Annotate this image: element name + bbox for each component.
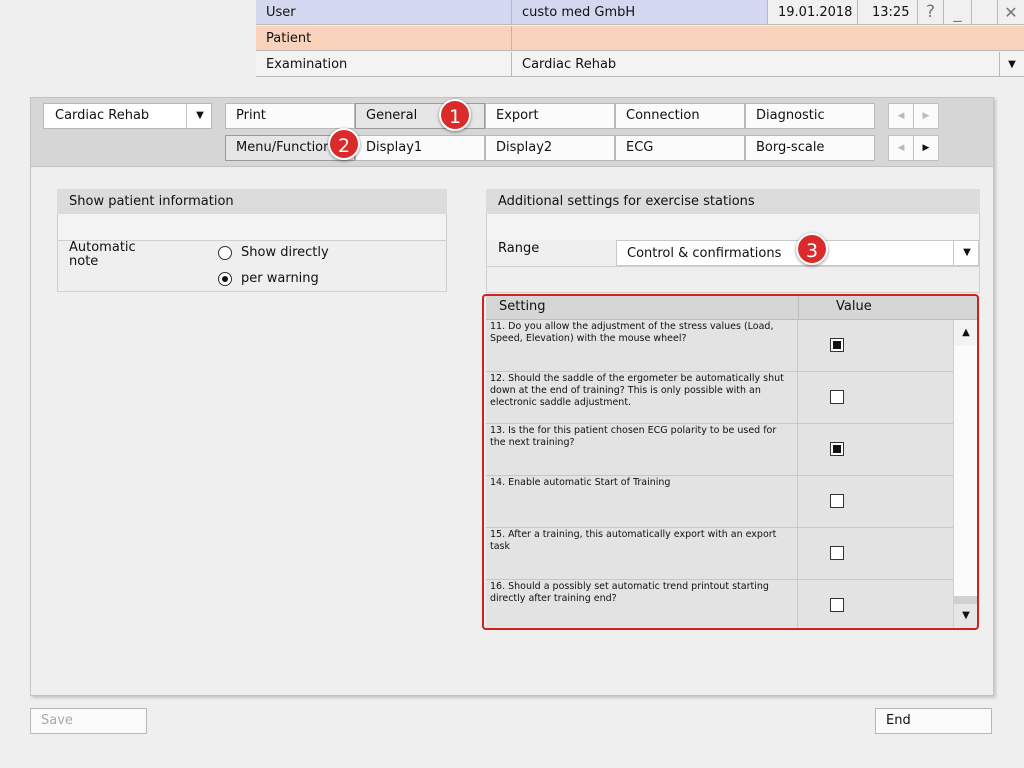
profile-select[interactable]: Cardiac Rehab ▼ (43, 103, 212, 129)
range-label: Range (498, 241, 540, 256)
tabs-row1-prev-icon[interactable]: ◀ (888, 103, 914, 129)
radio-per-warning[interactable] (218, 272, 232, 286)
patient-info-section-title: Show patient information (57, 189, 447, 214)
user-value: custo med GmbH (512, 0, 768, 25)
minimize-button[interactable]: _ (944, 0, 972, 25)
table-highlight-frame (482, 294, 979, 630)
end-button[interactable]: End (875, 708, 992, 734)
help-button[interactable]: ? (918, 0, 944, 25)
exercise-settings-section-title: Additional settings for exercise station… (486, 189, 980, 214)
tabs-row1-next-icon[interactable]: ▶ (913, 103, 939, 129)
range-chevron-down-icon[interactable]: ▼ (953, 241, 980, 265)
radio-show-directly-label: Show directly (241, 245, 329, 260)
date-display: 19.01.2018 (768, 0, 858, 25)
range-below-spacer (486, 267, 980, 293)
automatic-note-label: Automatic note (69, 240, 136, 269)
callout-badge-1: 1 (439, 99, 471, 131)
tabs-row2-prev-icon[interactable]: ◀ (888, 135, 914, 161)
examination-select[interactable]: Cardiac Rehab (512, 52, 1000, 77)
radio-per-warning-label: per warning (241, 271, 319, 286)
user-label: User (256, 0, 512, 25)
chevron-down-icon[interactable]: ▼ (186, 104, 213, 128)
examination-dropdown-arrow-icon[interactable]: ▼ (1000, 52, 1024, 77)
patient-label: Patient (256, 26, 512, 51)
tab-display2[interactable]: Display2 (485, 135, 615, 161)
exercise-settings-spacer (486, 214, 980, 241)
tab-display1[interactable]: Display1 (355, 135, 485, 161)
blank-button (972, 0, 998, 25)
close-button[interactable]: ✕ (998, 0, 1024, 25)
tab-diagnostic[interactable]: Diagnostic (745, 103, 875, 129)
patient-value (512, 26, 1024, 51)
profile-select-value: Cardiac Rehab (55, 108, 150, 123)
callout-badge-2: 2 (328, 128, 360, 160)
time-display: 13:25 (858, 0, 918, 25)
top-header: User custo med GmbH 19.01.2018 13:25 ? _… (256, 0, 1024, 78)
examination-label: Examination (256, 52, 512, 77)
tab-borg-scale[interactable]: Borg-scale (745, 135, 875, 161)
tab-ecg[interactable]: ECG (615, 135, 745, 161)
patient-info-spacer (57, 214, 447, 241)
tab-print[interactable]: Print (225, 103, 355, 129)
radio-show-directly[interactable] (218, 246, 232, 260)
tab-connection[interactable]: Connection (615, 103, 745, 129)
tabs-row2-next-icon[interactable]: ▶ (913, 135, 939, 161)
range-select-value: Control & confirmations (627, 246, 782, 261)
save-button[interactable]: Save (30, 708, 147, 734)
callout-badge-3: 3 (796, 233, 828, 265)
tab-export[interactable]: Export (485, 103, 615, 129)
